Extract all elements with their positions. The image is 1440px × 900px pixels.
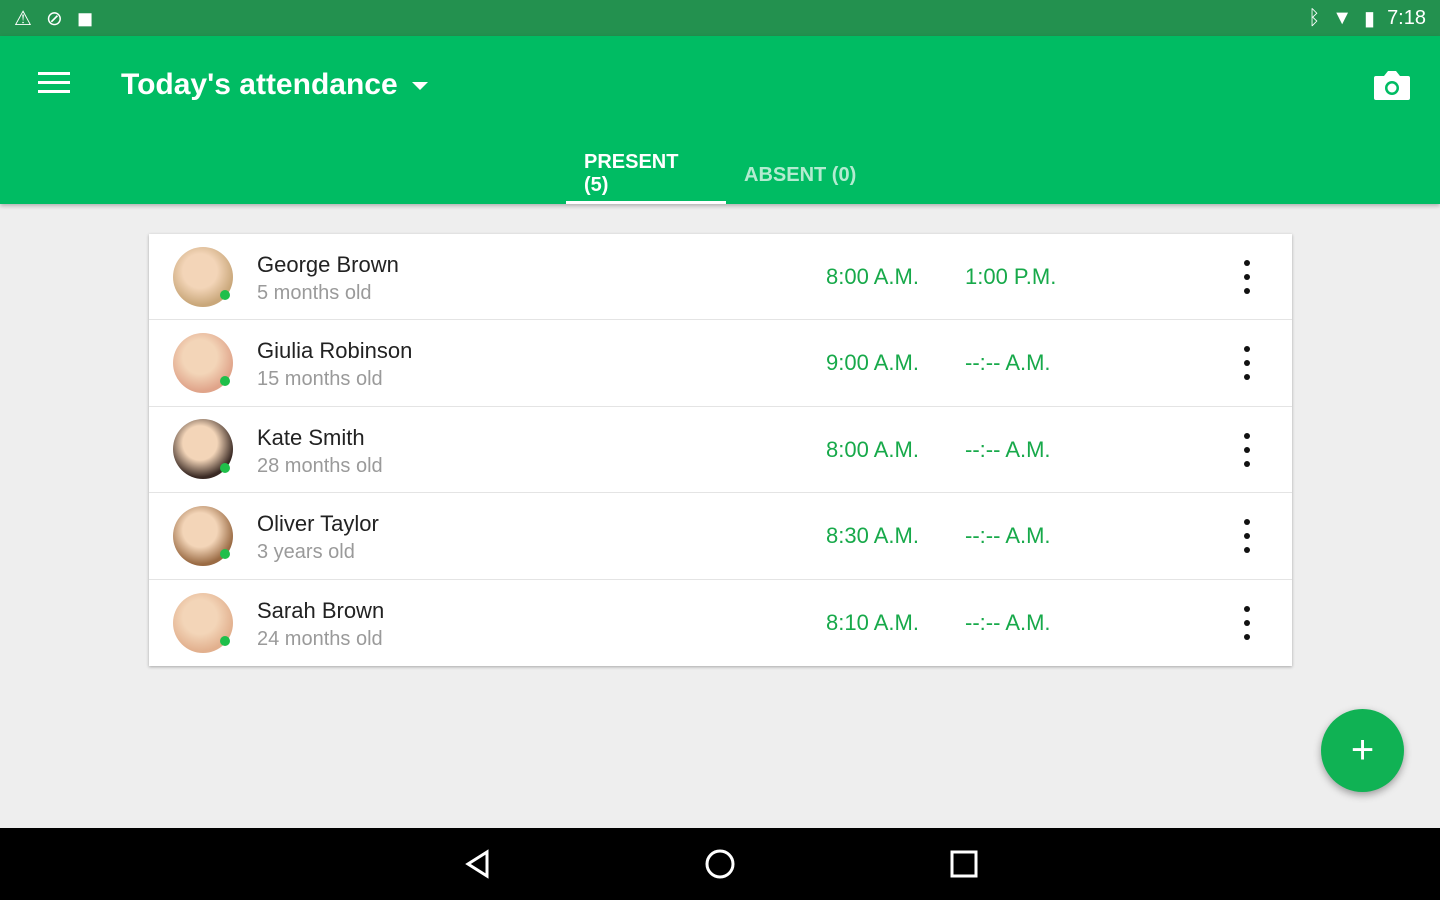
battery-icon: ▮ bbox=[1364, 7, 1376, 30]
check-in-time[interactable]: 9:00 A.M. bbox=[826, 350, 919, 376]
add-button[interactable]: + bbox=[1321, 709, 1404, 792]
child-name: Kate Smith bbox=[257, 424, 365, 450]
child-name: Giulia Robinson bbox=[257, 338, 413, 364]
child-age: 5 months old bbox=[257, 282, 372, 304]
child-name: Sarah Brown bbox=[257, 597, 385, 623]
camera-icon[interactable] bbox=[1372, 70, 1412, 102]
check-out-time[interactable]: --:-- A.M. bbox=[965, 610, 1051, 636]
more-options-icon[interactable] bbox=[1239, 260, 1255, 294]
dropdown-caret-icon[interactable] bbox=[412, 82, 428, 90]
bluetooth-icon: ᛒ bbox=[1308, 6, 1321, 29]
sync-disabled-icon: ⊘ bbox=[45, 7, 63, 30]
app-bar: Today's attendance PRESENT (5) ABSENT (0… bbox=[0, 36, 1440, 204]
check-in-time[interactable]: 8:30 A.M. bbox=[826, 523, 919, 549]
more-options-icon[interactable] bbox=[1239, 346, 1255, 381]
more-options-icon[interactable] bbox=[1239, 432, 1255, 467]
menu-icon[interactable] bbox=[38, 72, 70, 96]
child-age: 28 months old bbox=[257, 454, 383, 477]
page-title[interactable]: Today's attendance bbox=[121, 68, 398, 102]
back-icon[interactable] bbox=[462, 848, 494, 880]
warning-icon: ⚠ bbox=[14, 7, 32, 30]
child-age: 15 months old bbox=[257, 368, 383, 391]
tab-present[interactable]: PRESENT (5) bbox=[566, 146, 726, 204]
child-name: Oliver Taylor bbox=[257, 511, 379, 537]
present-indicator bbox=[220, 376, 230, 387]
child-row[interactable]: Giulia Robinson 15 months old 9:00 A.M. … bbox=[149, 320, 1292, 407]
child-row[interactable]: Sarah Brown 24 months old 8:10 A.M. --:-… bbox=[149, 580, 1292, 666]
child-age: 24 months old bbox=[257, 627, 383, 650]
child-age: 3 years old bbox=[257, 541, 355, 564]
check-out-time[interactable]: --:-- A.M. bbox=[965, 350, 1051, 376]
check-out-time[interactable]: 1:00 P.M. bbox=[965, 264, 1056, 290]
check-out-time[interactable]: --:-- A.M. bbox=[965, 437, 1051, 463]
present-indicator bbox=[220, 635, 230, 646]
android-icon: ◼ bbox=[76, 7, 94, 30]
status-time: 7:18 bbox=[1387, 6, 1426, 29]
present-indicator bbox=[220, 290, 230, 300]
more-options-icon[interactable] bbox=[1239, 605, 1255, 640]
check-in-time[interactable]: 8:10 A.M. bbox=[826, 610, 919, 636]
check-in-time[interactable]: 8:00 A.M. bbox=[826, 264, 919, 290]
attendance-list: George Brown 5 months old 8:00 A.M. 1:00… bbox=[149, 234, 1292, 666]
check-out-time[interactable]: --:-- A.M. bbox=[965, 523, 1051, 549]
present-indicator bbox=[220, 549, 230, 560]
child-row[interactable]: Oliver Taylor 3 years old 8:30 A.M. --:-… bbox=[149, 493, 1292, 580]
recents-icon[interactable] bbox=[948, 848, 980, 880]
child-row[interactable]: Kate Smith 28 months old 8:00 A.M. --:--… bbox=[149, 407, 1292, 494]
check-in-time[interactable]: 8:00 A.M. bbox=[826, 437, 919, 463]
tab-absent[interactable]: ABSENT (0) bbox=[726, 146, 874, 204]
more-options-icon[interactable] bbox=[1239, 519, 1255, 554]
present-indicator bbox=[220, 462, 230, 473]
status-bar: ⚠ ⊘ ◼ ᛒ ▼ ▮ 7:18 bbox=[0, 0, 1440, 36]
home-icon[interactable] bbox=[704, 848, 736, 880]
navigation-bar bbox=[0, 828, 1440, 900]
child-row[interactable]: George Brown 5 months old 8:00 A.M. 1:00… bbox=[149, 234, 1292, 321]
child-name: George Brown bbox=[257, 252, 399, 277]
wifi-icon: ▼ bbox=[1332, 6, 1353, 29]
